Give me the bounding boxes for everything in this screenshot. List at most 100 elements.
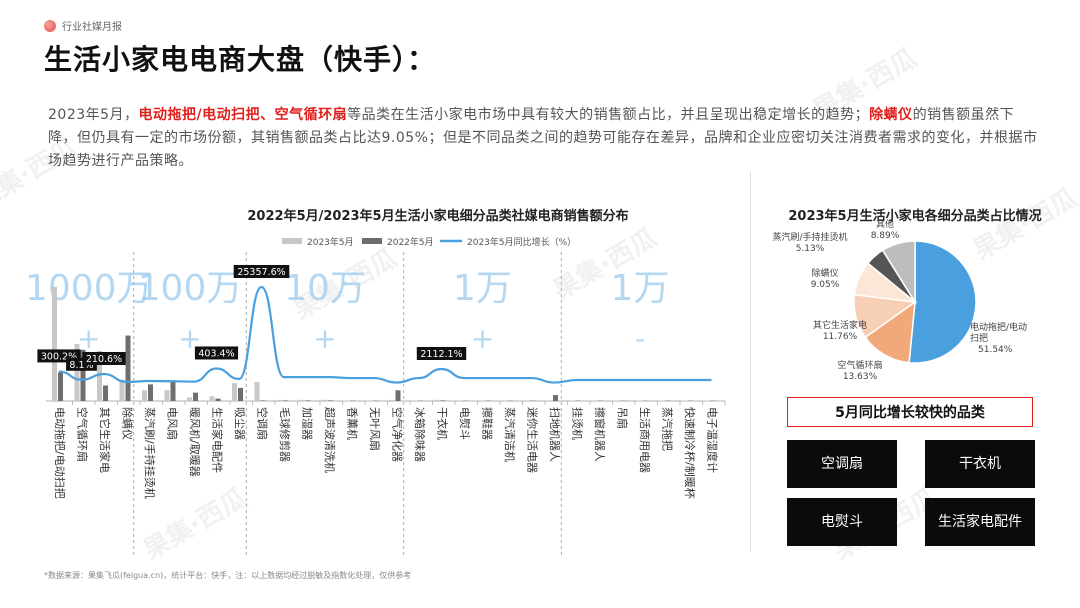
legend-label-growth: 2023年5月同比增长（%） <box>467 236 576 248</box>
magnitude-group-label: 10万 <box>284 268 366 309</box>
pie-label-text: 除螨仪 <box>811 267 838 279</box>
bar-2023 <box>254 381 260 401</box>
bar-2023 <box>277 399 282 401</box>
x-tick-label: 擦窗机器人 <box>593 407 607 462</box>
bar-2022 <box>305 400 311 401</box>
bar-2022 <box>170 381 176 401</box>
intro-text-2: 等品类在生活小家电市场中具有较大的销售额占比，并且呈现出稳定增长的趋势； <box>347 107 870 123</box>
bar-2023 <box>367 400 372 401</box>
x-tick-label: 蒸汽清洁机 <box>503 407 517 462</box>
fast-growth-tile: 空调扇 <box>787 440 897 488</box>
bar-2023 <box>412 400 417 401</box>
pie-label-text: 其他 <box>876 218 894 230</box>
x-tick-label: 挂烫机 <box>571 407 585 440</box>
x-tick-label: 超声波清洗机 <box>323 407 337 473</box>
bar-2022 <box>58 372 63 401</box>
pie-label-value: 13.63% <box>843 372 878 382</box>
pie-slice-label: 其它生活家电11.76% <box>813 319 867 342</box>
bar-2023 <box>52 286 57 401</box>
x-tick-label: 电熨斗 <box>458 407 472 440</box>
intro-highlight-2: 除螨仪 <box>869 107 913 123</box>
fast-growth-tile: 电熨斗 <box>787 498 897 546</box>
bar-2023 <box>457 400 462 401</box>
bar-2023 <box>547 400 552 401</box>
x-tick-label: 蒸汽刷/手持挂烫机 <box>143 407 157 499</box>
pie-slice-label: 空气循环扇13.63% <box>837 359 882 382</box>
bar-2023 <box>164 390 170 401</box>
bar-2022 <box>215 398 221 401</box>
x-tick-label: 电风扇 <box>166 407 180 440</box>
pie-chart: 2023年5月生活小家电各细分品类占比情况电动拖把/电动扫把51.54% 空气循环… <box>772 208 1041 382</box>
x-tick-label: 其它生活家电 <box>98 407 112 473</box>
bar-chart-title: 2022年5月/2023年5月生活小家电细分品类社媒电商销售额分布 <box>247 208 628 224</box>
x-tick-label: 空气循环扇 <box>76 407 90 462</box>
magnitude-group-sign: + <box>471 322 494 355</box>
pie-label-value: 8.89% <box>871 231 900 241</box>
x-tick-label: 迷你生活电器 <box>526 407 540 473</box>
data-label-text: 210.6% <box>86 354 122 365</box>
pie-label-text: 电动拖把/电动 <box>970 321 1027 333</box>
bar-2023 <box>389 399 395 401</box>
x-tick-label: 快速制冷杯/制暖杯 <box>683 407 697 499</box>
panel-divider <box>750 172 751 552</box>
pie-chart-title: 2023年5月生活小家电各细分品类占比情况 <box>788 208 1041 224</box>
x-tick-label: 电子温湿度计 <box>706 407 720 473</box>
fast-growth-title: 5月同比增长较快的品类 <box>787 397 1033 427</box>
magnitude-group-sign: - <box>635 322 645 355</box>
data-label-text: 2112.1% <box>420 349 462 360</box>
pie-label-value: 9.05% <box>811 280 840 290</box>
bar-2023 <box>232 383 237 401</box>
bar-2022 <box>553 395 558 401</box>
bar-2022 <box>440 400 446 401</box>
intro-paragraph: 2023年5月，电动拖把/电动扫把、空气循环扇等品类在生活小家电市场中具有较大的… <box>48 104 1038 173</box>
x-tick-label: 吊扇 <box>616 407 630 429</box>
growth-data-label: 403.4% <box>194 346 239 360</box>
bar-2023 <box>142 390 147 401</box>
pie-slice-label: 电动拖把/电动扫把51.54% <box>970 321 1027 355</box>
bar-2023 <box>479 400 485 401</box>
bar-2023 <box>502 400 507 401</box>
pie-slice-label: 除螨仪9.05% <box>811 267 840 290</box>
brand-header: 行业社媒月报 <box>44 18 122 33</box>
x-tick-label: 无叶风扇 <box>368 407 382 451</box>
bar-2022 <box>395 390 401 401</box>
legend-swatch-2023 <box>282 238 302 244</box>
data-label-text: 25357.6% <box>237 267 285 278</box>
bar-2022 <box>148 384 153 401</box>
x-tick-label: 暖风机/取暖器 <box>188 407 202 477</box>
bar-2022 <box>283 400 288 401</box>
fast-growth-tile: 干衣机 <box>925 440 1035 488</box>
bar-line-chart: 2022年5月/2023年5月生活小家电细分品类社媒电商销售额分布 2023年5月… <box>25 208 726 555</box>
pie-label-value: 51.54% <box>978 345 1013 355</box>
x-tick-label: 冰箱除味器 <box>413 407 427 462</box>
x-tick-label: 蒸汽拖把 <box>661 407 675 451</box>
intro-highlight-1: 电动拖把/电动扫把、空气循环扇 <box>138 107 348 123</box>
bar-2023 <box>434 399 440 401</box>
growth-data-label: 210.6% <box>82 351 126 365</box>
x-tick-label: 吸尘器 <box>233 407 246 440</box>
pie-label-text: 空气循环扇 <box>837 359 882 371</box>
magnitude-group-label: 1万 <box>611 268 670 309</box>
legend-label-2022: 2022年5月 <box>387 236 434 248</box>
bar-2022 <box>238 387 243 401</box>
x-tick-label: 扫地机器人 <box>548 407 562 462</box>
pie-slice <box>908 240 977 364</box>
pie-label-value: 11.76% <box>823 332 858 342</box>
bar-2023 <box>322 399 327 401</box>
x-tick-label: 加湿器 <box>301 407 314 440</box>
growth-data-label: 25357.6% <box>233 265 290 278</box>
x-tick-label: 除螨仪 <box>121 407 135 440</box>
bar-2022 <box>125 335 131 401</box>
growth-data-label: 2112.1% <box>416 347 467 360</box>
magnitude-group-sign: + <box>313 322 336 355</box>
bar-2023 <box>209 396 215 401</box>
magnitude-group-label: 100万 <box>138 268 243 309</box>
x-tick-label: 香薰机 <box>346 407 360 440</box>
x-tick-label: 干衣机 <box>436 407 450 440</box>
bar-2023 <box>187 397 192 401</box>
brand-logo-icon <box>44 19 56 32</box>
magnitude-group-label: 1万 <box>453 268 512 309</box>
fast-growth-tile: 生活家电配件 <box>925 498 1035 546</box>
pie-slice-label: 蒸汽刷/手持挂烫机5.13% <box>772 231 847 254</box>
x-tick-label: 生活商用电器 <box>638 407 652 473</box>
